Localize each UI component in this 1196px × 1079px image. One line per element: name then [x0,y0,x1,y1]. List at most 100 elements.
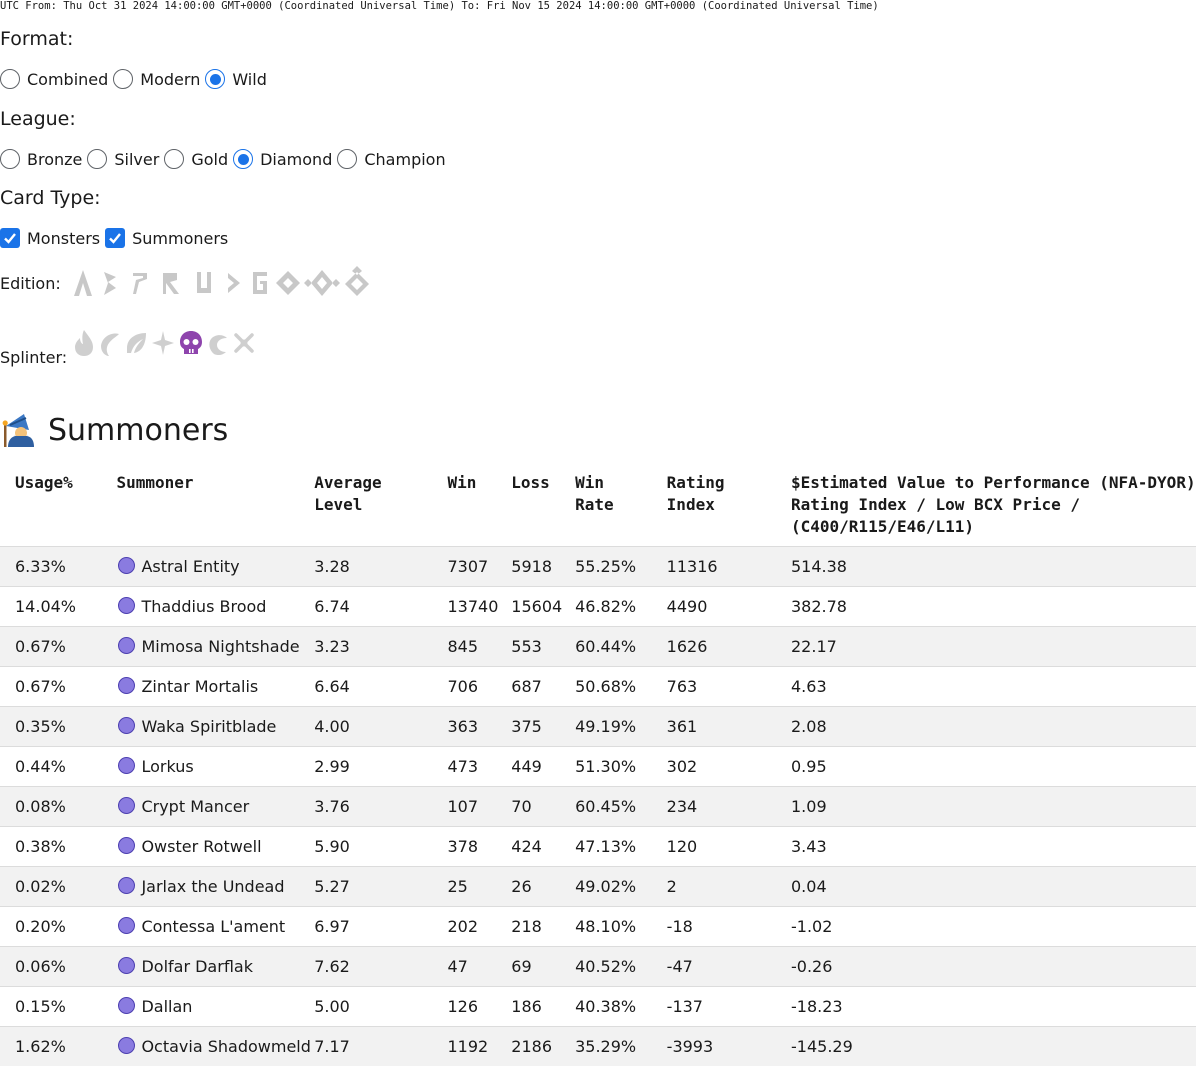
win-rate-cell: 35.29% [575,1037,637,1056]
monsters-checkbox[interactable] [0,228,20,248]
water-splinter-icon[interactable] [97,328,123,358]
col-summoner[interactable]: Summoner [116,461,314,547]
rating-cell: -47 [666,957,693,976]
summoner-name-link[interactable]: Crypt Mancer [141,797,249,816]
edition-filter: Edition: [0,266,373,300]
summoners-checkbox[interactable] [105,228,126,248]
col-loss[interactable]: Loss [511,461,575,547]
loss-cell: 449 [511,757,542,776]
neutral-splinter-icon[interactable] [231,328,257,358]
soulbound-edition-icon[interactable] [341,266,373,300]
alpha-edition-icon[interactable] [69,268,97,298]
col-average-level[interactable]: Average Level [314,461,447,547]
summoner-cell: Owster Rotwell [116,827,314,867]
dice-edition-icon[interactable] [221,268,247,298]
summoner-name-link[interactable]: Contessa L'ament [141,917,285,936]
usage-cell: 0.35% [15,717,66,736]
summoner-name-link[interactable]: Mimosa Nightshade [141,637,299,656]
value-cell: -18.23 [791,997,843,1016]
reward-edition-icon[interactable] [155,268,187,298]
col-usage[interactable]: Usage% [0,461,116,547]
win-cell: 47 [447,957,468,976]
col-average-level-text: Average Level [314,473,382,514]
league-radio-champion[interactable] [337,149,358,169]
death-splinter-icon[interactable] [177,328,205,358]
loss-cell: 186 [511,997,542,1016]
earth-splinter-icon[interactable] [123,328,149,358]
level-cell: 7.17 [314,1037,350,1056]
date-range-text: UTC From: Thu Oct 31 2024 14:00:00 GMT+0… [0,0,879,12]
summoner-name-link[interactable]: Dolfar Darflak [141,957,253,976]
win-cell: 845 [447,637,479,656]
summoner-name-link[interactable]: Zintar Mortalis [141,677,258,696]
col-rating-index-text: Rating Index [666,473,725,514]
usage-cell: 0.67% [15,637,66,656]
league-radio-silver[interactable] [87,149,108,169]
format-option-label: Modern [140,69,201,89]
dragon-splinter-icon[interactable] [205,328,231,358]
splinter-dot-icon [118,797,136,814]
usage-cell: 6.33% [15,557,66,576]
loss-cell: 5918 [511,557,552,576]
table-row: 0.35% Waka Spiritblade 4.00 363 375 49.19% 361… [0,706,1196,747]
rift-edition-icon[interactable] [303,268,341,298]
summoner-name-link[interactable]: Waka Spiritblade [141,717,276,736]
usage-cell: 1.62% [15,1037,66,1056]
summoner-name-link[interactable]: Dallan [141,997,192,1016]
checkmark-icon [4,233,16,244]
chaos-edition-icon[interactable] [273,268,303,298]
win-rate-cell: 46.82% [575,597,637,616]
life-splinter-icon[interactable] [149,328,177,358]
format-radio-wild[interactable] [205,69,226,89]
level-cell: 4.00 [314,717,350,736]
loss-cell: 375 [511,717,542,736]
loss-cell: 70 [511,797,532,816]
splinter-dot-icon [118,957,136,974]
summoner-name-link[interactable]: Astral Entity [141,557,239,576]
league-radio-bronze[interactable] [0,149,20,169]
league-radio-diamond[interactable] [233,149,254,169]
beta-edition-icon[interactable] [97,268,125,298]
level-cell: 5.90 [314,837,350,856]
summoner-name-link[interactable]: Octavia Shadowmeld [141,1037,310,1056]
promo-edition-icon[interactable] [125,268,155,298]
format-radio-modern[interactable] [113,69,134,89]
rating-cell: -137 [666,997,703,1016]
win-cell: 378 [447,837,479,856]
summoner-name-link[interactable]: Owster Rotwell [141,837,261,856]
value-cell: 0.95 [791,757,827,776]
level-cell: 6.74 [314,597,350,616]
splinter-dot-icon [118,637,136,654]
usage-cell: 14.04% [15,597,77,616]
col-rating-index[interactable]: Rating Index [667,461,791,547]
splinter-dot-icon [118,997,136,1014]
win-cell: 1192 [447,1037,489,1056]
gladius-edition-icon[interactable] [247,268,273,298]
col-win[interactable]: Win [447,461,511,547]
value-cell: 22.17 [791,637,837,656]
level-cell: 5.00 [314,997,350,1016]
col-win-rate[interactable]: Win Rate [575,461,667,547]
untamed-edition-icon[interactable] [187,268,221,298]
table-row: 0.15% Dallan 5.00 126 186 40.38% -137 -18.23 [0,986,1196,1027]
win-rate-cell: 49.02% [575,877,637,896]
rating-cell: 1626 [666,637,708,656]
win-rate-cell: 48.10% [575,917,637,936]
win-cell: 706 [447,677,479,696]
level-cell: 6.97 [314,917,350,936]
usage-cell: 0.02% [15,877,66,896]
summoner-cell: Dolfar Darflak [116,947,314,987]
summoner-name-link[interactable]: Lorkus [141,757,193,776]
splinter-filter: Splinter: [0,318,257,367]
league-option-label: Silver [114,149,160,169]
summoner-name-link[interactable]: Jarlax the Undead [141,877,284,896]
summoner-name-link[interactable]: Thaddius Brood [141,597,266,616]
col-estimated-value[interactable]: $Estimated Value to Performance (NFA-DYO… [791,461,1196,547]
win-rate-cell: 47.13% [575,837,637,856]
win-rate-cell: 55.25% [575,557,637,576]
league-radio-gold[interactable] [164,149,185,169]
fire-splinter-icon[interactable] [71,328,97,358]
splinter-dot-icon [118,717,136,734]
loss-cell: 553 [511,637,542,656]
format-radio-combined[interactable] [0,69,20,89]
